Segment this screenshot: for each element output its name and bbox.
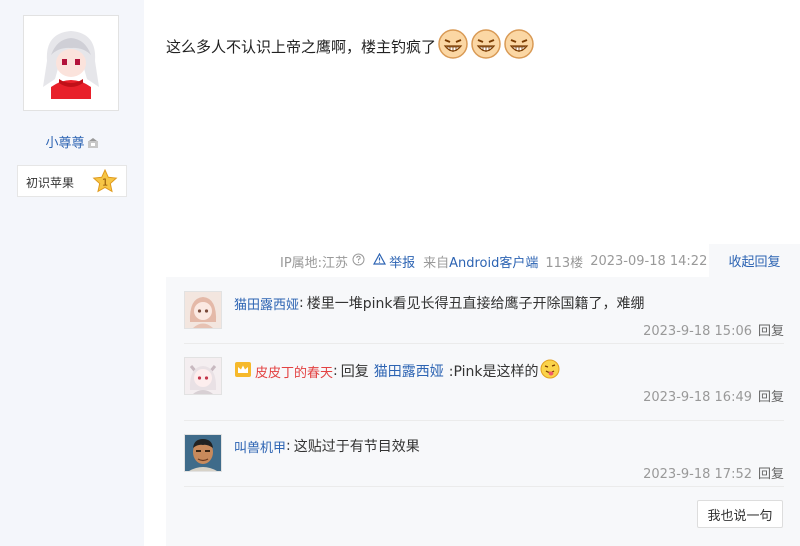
ip-location: IP属地:江苏 (280, 255, 349, 271)
comment-text: :Pink是这样的 (448, 364, 539, 380)
anime-girl-avatar-icon (29, 21, 113, 105)
author-avatar[interactable] (23, 15, 119, 111)
report-label: 举报 (389, 255, 416, 271)
reply-list: 猫田露西娅: 楼里一堆pink看见长得丑直接给鹰子开除国籍了，难绷 2023-9… (166, 277, 800, 546)
commenter-avatar[interactable] (184, 357, 222, 395)
post-text: 这么多人不认识上帝之鹰啊，楼主钓疯了 (166, 37, 437, 56)
level-label: 初识苹果 (26, 176, 75, 190)
commenter-name[interactable]: 皮皮丁的春天 (255, 362, 333, 381)
comment-meta: 2023-9-18 16:49 回复 (643, 386, 784, 405)
post-datetime: 2023-09-18 14:22 (590, 253, 708, 269)
comment-colon: : (333, 363, 338, 379)
comment-meta: 2023-9-18 17:52 回复 (643, 463, 784, 482)
source-app-link[interactable]: Android客户端 (449, 252, 538, 271)
author-name-row: 小尊尊 (0, 132, 144, 153)
comment-text: 楼里一堆pink看见长得丑直接给鹰子开除国籍了，难绷 (306, 296, 645, 312)
list-item: 皮皮丁的春天: 回复 猫田露西娅 :Pink是这样的 2023-9-18 16:… (166, 343, 800, 409)
list-item: 叫兽机甲: 这贴过于有节目效果 2023-9-18 17:52 回复 (166, 420, 800, 486)
floor-number: 113楼 (545, 255, 584, 271)
comment-time: 2023-9-18 16:49 (643, 390, 752, 405)
anime-girl-avatar-icon (185, 358, 221, 394)
commenter-avatar[interactable] (184, 434, 222, 472)
list-item: 猫田露西娅: 楼里一堆pink看见长得丑直接给鹰子开除国籍了，难绷 2023-9… (166, 277, 800, 343)
author-level-badge[interactable]: 初识苹果 1 (17, 165, 127, 197)
comment-line: 猫田露西娅: 楼里一堆pink看见长得丑直接给鹰子开除国籍了，难绷 (234, 293, 645, 313)
question-circle-icon[interactable] (352, 253, 365, 270)
level-star-icon: 1 (92, 168, 118, 196)
man-photo-avatar-icon (185, 435, 221, 471)
commenter-name[interactable]: 叫兽机甲 (234, 437, 286, 456)
level-number: 1 (102, 178, 108, 189)
comment-time: 2023-9-18 17:52 (643, 467, 752, 482)
post-meta-bar: IP属地:江苏 举报 来自 Android客户端 113楼 2023-09-18… (280, 252, 708, 271)
reply-target-link[interactable]: 猫田露西娅 (374, 361, 444, 381)
author-name-link[interactable]: 小尊尊 (45, 136, 84, 151)
comment-meta: 2023-9-18 15:06 回复 (643, 320, 784, 339)
tongue-emoticon-icon (540, 359, 560, 383)
laughing-emoticon-icon (470, 28, 502, 64)
add-comment-button[interactable]: 我也说一句 (697, 500, 783, 528)
collapse-reply-button[interactable]: 收起回复 (709, 244, 800, 277)
source-prefix: 来自 (423, 255, 450, 271)
comment-colon: : (299, 295, 304, 311)
comment-line: 叫兽机甲: 这贴过于有节目效果 (234, 436, 420, 456)
comment-text: 这贴过于有节目效果 (293, 439, 420, 455)
author-sidebar: 小尊尊 初识苹果 1 (0, 0, 144, 546)
laughing-emoticon-icon (437, 28, 469, 64)
commenter-avatar[interactable] (184, 291, 222, 329)
commenter-name[interactable]: 猫田露西娅 (234, 294, 299, 313)
laughing-emoticon-icon (503, 28, 535, 64)
anime-girl-avatar-icon (185, 292, 221, 328)
comment-time: 2023-9-18 15:06 (643, 324, 752, 339)
comment-reply-link[interactable]: 回复 (758, 467, 784, 482)
divider (184, 486, 784, 487)
comment-reply-link[interactable]: 回复 (758, 390, 784, 405)
comment-line: 皮皮丁的春天: 回复 猫田露西娅 :Pink是这样的 (234, 359, 560, 383)
report-link[interactable]: 举报 (373, 252, 415, 271)
warning-triangle-icon (373, 252, 387, 269)
vip-crown-icon (234, 360, 252, 382)
reply-prefix: 回复 (340, 364, 369, 380)
member-badge-icon (87, 137, 99, 153)
post-content: 这么多人不认识上帝之鹰啊，楼主钓疯了 (166, 28, 535, 64)
comment-colon: : (286, 438, 291, 454)
comment-reply-link[interactable]: 回复 (758, 324, 784, 339)
